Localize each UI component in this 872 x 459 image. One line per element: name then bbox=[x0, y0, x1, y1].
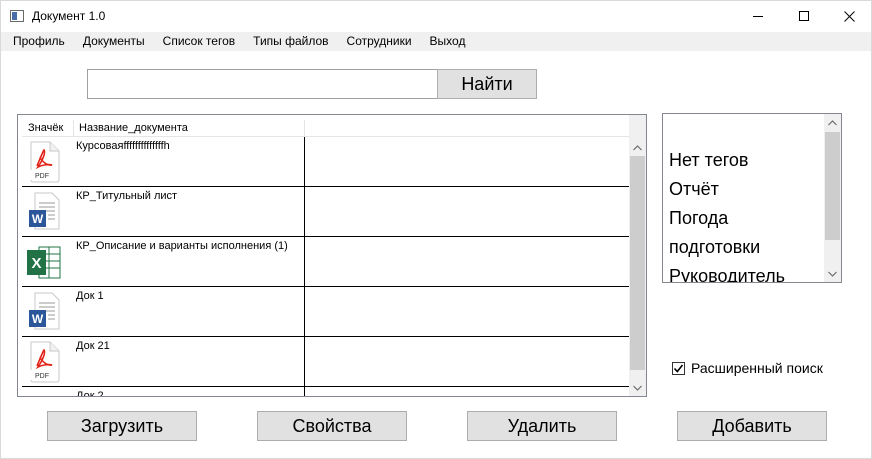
menu-exit[interactable]: Выход bbox=[421, 32, 475, 51]
table-row[interactable]: PDF Док 21 bbox=[22, 337, 630, 387]
table-header: Значёк Название_документа bbox=[22, 120, 630, 137]
advanced-search-checkbox[interactable] bbox=[672, 361, 685, 375]
svg-text:PDF: PDF bbox=[35, 173, 49, 180]
minimize-icon bbox=[752, 16, 763, 17]
row-icon-cell: W bbox=[22, 187, 74, 236]
pdf-icon: PDF bbox=[29, 341, 60, 383]
table-row[interactable]: W Док 1 bbox=[22, 287, 630, 337]
excel-icon bbox=[26, 391, 62, 397]
row-empty-cell bbox=[305, 387, 630, 396]
svg-text:W: W bbox=[32, 212, 44, 226]
table-row[interactable]: W КР_Титульный лист bbox=[22, 187, 630, 237]
row-name: КР_Описание и варианты исполнения (1) bbox=[74, 237, 305, 286]
row-icon-cell bbox=[22, 387, 74, 397]
table-row[interactable]: X КР_Описание и варианты исполнения (1) bbox=[22, 237, 630, 287]
word-icon: W bbox=[29, 292, 60, 330]
window-title: Документ 1.0 bbox=[32, 9, 106, 23]
row-empty-cell bbox=[305, 237, 630, 286]
chevron-down-icon bbox=[828, 271, 837, 277]
row-empty-cell bbox=[305, 137, 630, 186]
pdf-icon: PDF bbox=[29, 141, 60, 183]
upload-button[interactable]: Загрузить bbox=[47, 411, 197, 441]
menu-documents[interactable]: Документы bbox=[74, 32, 154, 51]
column-header-icon[interactable]: Значёк bbox=[22, 120, 74, 136]
maximize-icon bbox=[798, 11, 809, 21]
minimize-button[interactable] bbox=[735, 1, 781, 32]
menu-profile[interactable]: Профиль bbox=[1, 32, 74, 51]
svg-text:PDF: PDF bbox=[35, 373, 49, 380]
tags-scrollbar[interactable] bbox=[824, 114, 841, 282]
row-name: КР_Титульный лист bbox=[74, 187, 305, 236]
chevron-down-icon bbox=[633, 385, 642, 391]
tag-item[interactable]: Руководитель bbox=[669, 266, 785, 282]
title-bar: Документ 1.0 bbox=[1, 1, 871, 32]
app-window: Документ 1.0 Профиль Документы Список те… bbox=[0, 0, 872, 459]
row-name: Курсоваяffffffffffffffh bbox=[74, 137, 305, 186]
table-row[interactable]: Док 2 bbox=[22, 387, 630, 397]
scroll-thumb[interactable] bbox=[825, 132, 840, 240]
checkmark-icon bbox=[673, 364, 684, 373]
menu-tag-list[interactable]: Список тегов bbox=[154, 32, 244, 51]
scroll-up-arrow[interactable] bbox=[824, 114, 841, 131]
row-empty-cell bbox=[305, 287, 630, 336]
table-body: PDF Курсоваяffffffffffffffh W КР_Титульн… bbox=[22, 137, 630, 397]
app-icon bbox=[10, 10, 24, 22]
scroll-down-arrow[interactable] bbox=[824, 265, 841, 282]
tags-list[interactable]: Нет тегов Отчёт Погода подготовки Руково… bbox=[662, 113, 842, 283]
row-name: Док 1 bbox=[74, 287, 305, 336]
search-input[interactable] bbox=[87, 69, 438, 99]
row-icon-cell: PDF bbox=[22, 137, 74, 186]
row-icon-cell: X bbox=[22, 237, 74, 286]
column-header-name[interactable]: Название_документа bbox=[74, 120, 305, 136]
properties-button[interactable]: Свойства bbox=[257, 411, 407, 441]
row-empty-cell bbox=[305, 337, 630, 386]
maximize-button[interactable] bbox=[781, 1, 827, 32]
search-button[interactable]: Найти bbox=[437, 69, 537, 99]
add-button[interactable]: Добавить bbox=[677, 411, 827, 441]
scroll-down-arrow[interactable] bbox=[629, 379, 646, 396]
advanced-search-toggle[interactable]: Расширенный поиск bbox=[672, 360, 823, 376]
delete-button[interactable]: Удалить bbox=[467, 411, 617, 441]
menu-file-types[interactable]: Типы файлов bbox=[244, 32, 337, 51]
scroll-up-arrow[interactable] bbox=[629, 139, 646, 156]
tag-item[interactable]: Погода bbox=[669, 208, 728, 229]
chevron-up-icon bbox=[828, 119, 837, 125]
documents-table[interactable]: Значёк Название_документа PDF Курсоваяff… bbox=[17, 114, 647, 397]
close-icon bbox=[843, 11, 855, 22]
row-icon-cell: PDF bbox=[22, 337, 74, 386]
row-name: Док 2 bbox=[74, 387, 305, 396]
row-name: Док 21 bbox=[74, 337, 305, 386]
table-row[interactable]: PDF Курсоваяffffffffffffffh bbox=[22, 137, 630, 187]
tag-item[interactable]: Нет тегов bbox=[669, 150, 748, 171]
svg-text:X: X bbox=[31, 255, 41, 272]
scroll-thumb[interactable] bbox=[630, 156, 645, 370]
tag-item[interactable]: подготовки bbox=[669, 237, 760, 258]
menu-employees[interactable]: Сотрудники bbox=[338, 32, 421, 51]
excel-icon: X bbox=[27, 246, 61, 279]
row-empty-cell bbox=[305, 187, 630, 236]
advanced-search-label: Расширенный поиск bbox=[691, 360, 823, 376]
word-icon: W bbox=[29, 192, 60, 230]
chevron-up-icon bbox=[633, 144, 642, 150]
table-scrollbar[interactable] bbox=[629, 115, 646, 396]
column-header-empty[interactable] bbox=[305, 120, 630, 136]
menu-bar: Профиль Документы Список тегов Типы файл… bbox=[1, 32, 871, 51]
svg-text:W: W bbox=[32, 312, 44, 326]
close-button[interactable] bbox=[826, 1, 872, 32]
tag-item[interactable]: Отчёт bbox=[669, 179, 719, 200]
row-icon-cell: W bbox=[22, 287, 74, 336]
